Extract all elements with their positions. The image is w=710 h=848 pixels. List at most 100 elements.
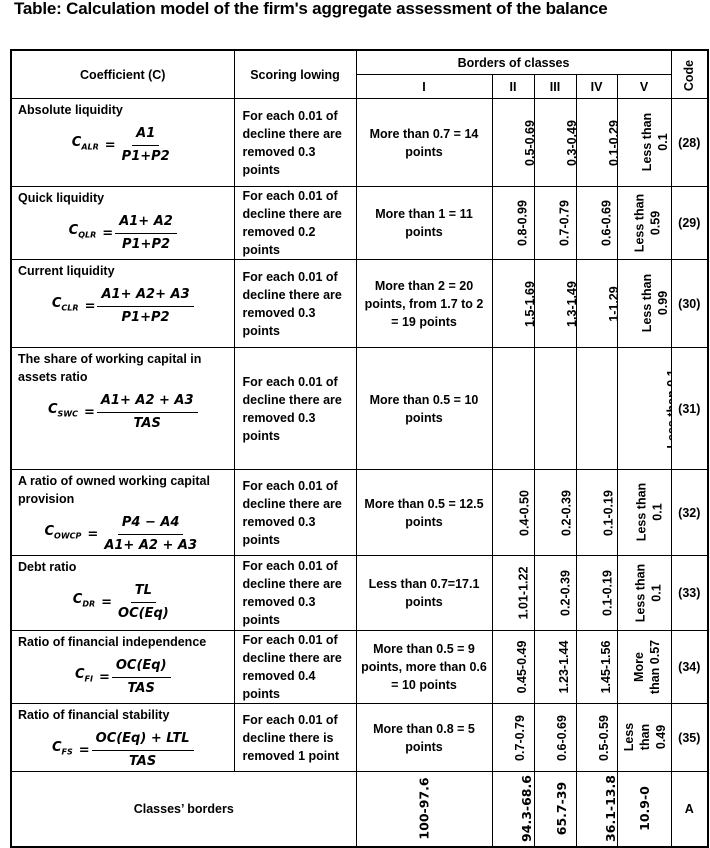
class-IV-cell: 1-1.29 — [575, 259, 618, 348]
class-III-cell: 0.6-0.69 — [533, 703, 577, 772]
formula-equals: = — [98, 669, 110, 685]
coefficient-cell: Current liquidity CCLR = A1+ A2+ A3 P1+P… — [10, 259, 235, 348]
formula-numerator: A1+ A2 + A3 — [96, 392, 198, 413]
scoring-cell: For each 0.01 of decline there are remov… — [233, 469, 357, 556]
formula-subscript: FS — [61, 747, 73, 757]
class-IV-cell: 0.6-0.69 — [575, 186, 618, 260]
class-II-cell: 0.4-0.50 — [491, 469, 535, 556]
formula-lhs: CALR — [71, 135, 99, 152]
formula-numerator: P4 − A4 — [117, 514, 184, 535]
formula-lhs: CSWC — [47, 402, 78, 419]
scoring-cell: For each 0.01 of decline there are remov… — [233, 98, 357, 187]
class-I-cell: More than 1 = 11 points — [355, 186, 493, 260]
class-II-cell: 1.5-1.69 — [491, 259, 535, 348]
coefficient-cell: The share of working capital in assets r… — [10, 347, 235, 470]
table-row: Current liquidity CCLR = A1+ A2+ A3 P1+P… — [10, 259, 709, 348]
header-class-I: I — [355, 74, 493, 99]
code-cell: (30) — [670, 259, 709, 348]
class-IV-cell: 0.5-0.59 — [575, 703, 618, 772]
class-I-cell: More than 0.5 = 9 points, more than 0.6 … — [355, 630, 493, 704]
formula-lhs: CFI — [74, 667, 93, 684]
header-code: Code — [670, 49, 709, 99]
class-V-cell: Less than 0.1 — [616, 347, 672, 470]
coefficient-formula: CSWC = A1+ A2 + A3 TAS — [18, 392, 228, 433]
formula-fraction: A1+ A2 P1+P2 — [115, 213, 177, 254]
class-IV-cell: 0.1-0.19 — [575, 469, 618, 556]
scoring-cell: For each 0.01 of decline there is remove… — [233, 703, 357, 772]
formula-lhs: CFS — [51, 740, 73, 757]
class-III-cell: 0.2-0.39 — [533, 555, 577, 631]
formula-lhs: CDR — [72, 592, 96, 609]
table-body: Absolute liquidity CALR = A1 P1+P2 For e… — [10, 98, 709, 772]
class-I-cell: More than 0.5 = 10 points — [355, 347, 493, 470]
scoring-cell: For each 0.01 of decline there are remov… — [233, 555, 357, 631]
header-borders: Borders of classes — [355, 49, 672, 75]
class-II-cell: 0.7-0.79 — [491, 703, 535, 772]
table-row: Ratio of financial stability CFS = OC(Eq… — [10, 703, 709, 772]
coefficient-formula: COWCP = P4 − A4 A1+ A2 + A3 — [18, 514, 228, 555]
scoring-cell: For each 0.01 of decline there are remov… — [233, 347, 357, 470]
formula-denominator: TAS — [128, 754, 157, 769]
formula-equals: = — [78, 742, 90, 758]
formula-numerator: A1 — [132, 125, 160, 146]
formula-denominator: P1+P2 — [121, 149, 170, 164]
class-III-cell: 0.2-0.39 — [533, 469, 577, 556]
code-cell: (33) — [670, 555, 709, 631]
formula-numerator: OC(Eq) — [111, 657, 171, 678]
coefficient-name: The share of working capital in assets r… — [18, 352, 202, 384]
coefficient-cell: Ratio of financial independence CFI = OC… — [10, 630, 235, 704]
formula-equals: = — [83, 404, 95, 420]
class-IV-cell: 0.1-0.19 — [575, 347, 618, 470]
class-V-cell: Less than 0.1 — [616, 98, 672, 187]
coefficient-cell: Quick liquidity CQLR = A1+ A2 P1+P2 — [10, 186, 235, 260]
formula-numerator: A1+ A2+ A3 — [97, 286, 194, 307]
footer-row: Classes’ borders 100-97.6 94.3-68.6 65.7… — [10, 771, 709, 847]
footer-class-I: 100-97.6 — [355, 771, 493, 847]
class-V-cell: Less than 0.49 — [616, 703, 672, 772]
formula-fraction: TL OC(Eq) — [114, 582, 173, 623]
formula-subscript: QLR — [78, 230, 97, 240]
class-I-cell: More than 2 = 20 points, from 1.7 to 2 =… — [355, 259, 493, 348]
class-I-cell: More than 0.8 = 5 points — [355, 703, 493, 772]
class-V-cell: Less than 0.1 — [616, 555, 672, 631]
header-class-II: II — [491, 74, 535, 99]
formula-subscript: CLR — [61, 303, 79, 313]
code-cell: (34) — [670, 630, 709, 704]
coefficient-name: Debt ratio — [18, 560, 77, 574]
class-III-cell: 0.2-0.39 — [533, 347, 577, 470]
class-IV-cell: 0.1-0.19 — [575, 555, 618, 631]
formula-subscript: OWCP — [54, 531, 82, 541]
table-row: The share of working capital in assets r… — [10, 347, 709, 470]
scoring-cell: For each 0.01 of decline there are remov… — [233, 630, 357, 704]
header-scoring: Scoring lowing — [233, 49, 357, 99]
class-I-cell: More than 0.7 = 14 points — [355, 98, 493, 187]
class-II-cell: 1.01-1.22 — [491, 555, 535, 631]
coefficient-cell: Ratio of financial stability CFS = OC(Eq… — [10, 703, 235, 772]
header-row-top: Coefficient (C) Scoring lowing Borders o… — [10, 49, 709, 99]
class-III-cell: 1.3-1.49 — [533, 259, 577, 348]
class-IV-cell: 1.45-1.56 — [575, 630, 618, 704]
formula-denominator: A1+ A2 + A3 — [104, 538, 197, 553]
coefficient-name: A ratio of owned working capital provisi… — [18, 474, 210, 506]
class-II-cell: 0.5-0.69 — [491, 98, 535, 187]
formula-lhs: COWCP — [44, 524, 82, 541]
coefficient-name: Ratio of financial independence — [18, 635, 207, 649]
formula-subscript: SWC — [57, 409, 78, 419]
assessment-table: Coefficient (C) Scoring lowing Borders o… — [10, 49, 710, 848]
formula-equals: = — [101, 594, 113, 610]
table-row: Ratio of financial independence CFI = OC… — [10, 630, 709, 704]
formula-denominator: TAS — [133, 416, 161, 431]
coefficient-formula: CQLR = A1+ A2 P1+P2 — [18, 213, 228, 254]
formula-fraction: P4 − A4 A1+ A2 + A3 — [100, 514, 201, 555]
formula-denominator: P1+P2 — [121, 237, 171, 252]
coefficient-cell: A ratio of owned working capital provisi… — [10, 469, 235, 556]
table-row: Debt ratio CDR = TL OC(Eq) For each 0.01… — [10, 555, 709, 631]
formula-equals: = — [104, 137, 116, 153]
class-I-cell: More than 0.5 = 12.5 points — [355, 469, 493, 556]
class-I-cell: Less than 0.7=17.1 points — [355, 555, 493, 631]
coefficient-cell: Debt ratio CDR = TL OC(Eq) — [10, 555, 235, 631]
formula-fraction: OC(Eq) TAS — [111, 657, 171, 698]
classes-borders-label: Classes’ borders — [10, 771, 357, 847]
coefficient-formula: CDR = TL OC(Eq) — [18, 582, 228, 623]
class-III-cell: 1.23-1.44 — [533, 630, 577, 704]
